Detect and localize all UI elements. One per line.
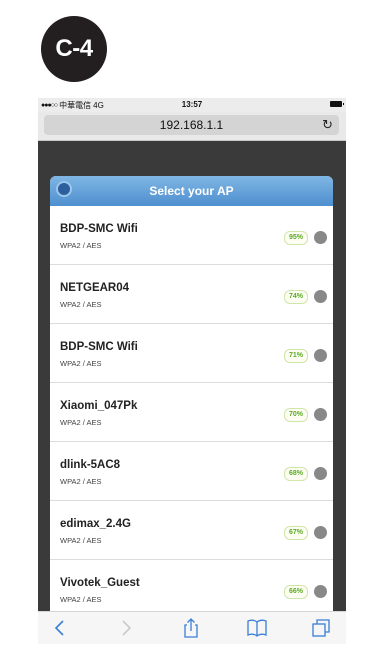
status-time: 13:57 — [181, 100, 203, 109]
ap-list-item[interactable]: dlink-5AC8 WPA2 / AES 68% — [50, 442, 333, 501]
ap-signal-badge: 70% — [284, 408, 308, 422]
ap-radio-icon[interactable] — [314, 231, 327, 244]
bookmarks-icon[interactable] — [246, 618, 268, 638]
ap-security: WPA2 / AES — [60, 418, 102, 427]
ap-radio-icon[interactable] — [314, 408, 327, 421]
ap-radio-icon[interactable] — [314, 349, 327, 362]
ap-name: BDP-SMC Wifi — [60, 341, 138, 353]
status-bar: ●●●○○ 中華電信 4G 13:57 — [38, 98, 346, 112]
ap-list: BDP-SMC Wifi WPA2 / AES 95% NETGEAR04 WP… — [50, 206, 333, 616]
step-badge-label: C-4 — [55, 35, 93, 62]
phone-screen: ●●●○○ 中華電信 4G 13:57 192.168.1.1 ↻ Select… — [38, 98, 346, 644]
page: C-4 ●●●○○ 中華電信 4G 13:57 192.168.1.1 ↻ Se… — [0, 0, 369, 654]
ap-list-item[interactable]: BDP-SMC Wifi WPA2 / AES 71% — [50, 324, 333, 383]
tabs-icon[interactable] — [310, 618, 332, 638]
ap-radio-icon[interactable] — [314, 585, 327, 598]
ap-security: WPA2 / AES — [60, 241, 102, 250]
ap-security: WPA2 / AES — [60, 477, 102, 486]
ap-security: WPA2 / AES — [60, 359, 102, 368]
share-icon[interactable] — [180, 618, 202, 638]
address-bar[interactable]: 192.168.1.1 ↻ — [44, 115, 339, 135]
ap-name: edimax_2.4G — [60, 518, 131, 530]
select-ap-dialog: Select your AP BDP-SMC Wifi WPA2 / AES 9… — [50, 176, 333, 616]
ap-security: WPA2 / AES — [60, 536, 102, 545]
ap-signal-badge: 68% — [284, 467, 308, 481]
ap-radio-icon[interactable] — [314, 290, 327, 303]
dialog-header: Select your AP — [50, 176, 333, 206]
ap-signal-badge: 67% — [284, 526, 308, 540]
ap-list-item[interactable]: Xiaomi_047Pk WPA2 / AES 70% — [50, 383, 333, 442]
ap-radio-icon[interactable] — [314, 526, 327, 539]
page-content: Select your AP BDP-SMC Wifi WPA2 / AES 9… — [38, 141, 346, 616]
ap-list-item[interactable]: edimax_2.4G WPA2 / AES 67% — [50, 501, 333, 560]
back-icon[interactable] — [50, 618, 72, 638]
safari-toolbar — [38, 611, 346, 644]
ap-signal-badge: 74% — [284, 290, 308, 304]
ap-name: Vivotek_Guest — [60, 577, 140, 589]
ap-signal-badge: 66% — [284, 585, 308, 599]
ap-signal-badge: 71% — [284, 349, 308, 363]
forward-icon[interactable] — [114, 618, 136, 638]
ap-list-item[interactable]: Vivotek_Guest WPA2 / AES 66% — [50, 560, 333, 616]
ap-name: BDP-SMC Wifi — [60, 223, 138, 235]
url-text[interactable]: 192.168.1.1 — [44, 118, 339, 132]
ap-list-item[interactable]: BDP-SMC Wifi WPA2 / AES 95% — [50, 206, 333, 265]
reload-icon[interactable]: ↻ — [322, 117, 333, 133]
ap-name: dlink-5AC8 — [60, 459, 121, 471]
ap-name: NETGEAR04 — [60, 282, 130, 294]
ap-name: Xiaomi_047Pk — [60, 400, 138, 412]
ap-security: WPA2 / AES — [60, 300, 102, 309]
ap-list-item[interactable]: NETGEAR04 WPA2 / AES 74% — [50, 265, 333, 324]
battery-icon — [330, 101, 344, 107]
step-badge: C-4 — [41, 16, 107, 82]
ap-radio-icon[interactable] — [314, 467, 327, 480]
dialog-title: Select your AP — [149, 184, 234, 198]
ap-signal-badge: 95% — [284, 231, 308, 245]
ap-security: WPA2 / AES — [60, 595, 102, 604]
